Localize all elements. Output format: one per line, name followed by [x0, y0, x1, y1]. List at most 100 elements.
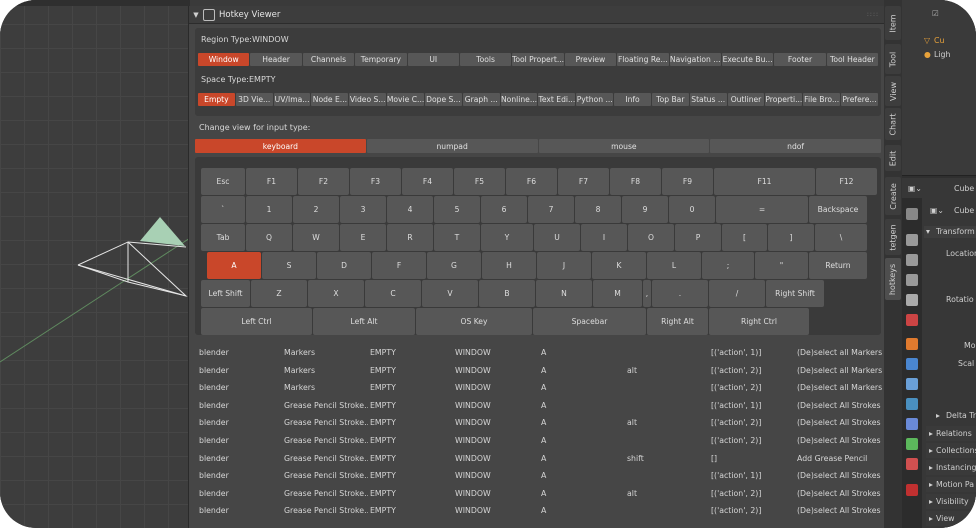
key-n[interactable]: N — [536, 280, 592, 307]
key-s[interactable]: S — [262, 252, 316, 279]
scene-icon[interactable] — [906, 294, 918, 306]
key-left-ctrl[interactable]: Left Ctrl — [201, 308, 312, 335]
sidebar-tab-item[interactable]: Item — [885, 6, 901, 40]
key-f4[interactable]: F4 — [402, 168, 453, 195]
key-g[interactable]: G — [427, 252, 481, 279]
input-type-numpad[interactable]: numpad — [366, 139, 538, 153]
key-2[interactable]: 2 — [293, 196, 339, 223]
space-type-button[interactable]: Nonline... — [500, 93, 538, 106]
space-type-button[interactable]: UV/Ima... — [273, 93, 311, 106]
key-c[interactable]: C — [365, 280, 421, 307]
key-u[interactable]: U — [534, 224, 580, 251]
sidebar-tab-create[interactable]: Create — [885, 177, 901, 215]
key-left-shift[interactable]: Left Shift — [201, 280, 250, 307]
key-f9[interactable]: F9 — [662, 168, 713, 195]
space-type-button[interactable]: Status ... — [689, 93, 727, 106]
physics-icon[interactable] — [906, 398, 918, 410]
input-type-mouse[interactable]: mouse — [538, 139, 710, 153]
key-3[interactable]: 3 — [340, 196, 386, 223]
editor-type-icon[interactable]: ▣⌄ — [908, 184, 922, 193]
key-f6[interactable]: F6 — [506, 168, 557, 195]
table-row[interactable]: blender Grease Pencil Stroke... EMPTY WINDO… — [189, 467, 885, 484]
key-right-shift[interactable]: Right Shift — [766, 280, 824, 307]
key-return[interactable]: Return — [809, 252, 867, 279]
properties-subsection[interactable]: ▸ Delta Tr — [926, 408, 976, 423]
region-type-button[interactable]: Execute Bu... — [721, 53, 774, 66]
key-e[interactable]: E — [340, 224, 386, 251]
key-f[interactable]: F — [372, 252, 426, 279]
particles-icon[interactable] — [906, 378, 918, 390]
key-d[interactable]: D — [317, 252, 371, 279]
space-type-button[interactable]: Video S... — [349, 93, 387, 106]
key-f7[interactable]: F7 — [558, 168, 609, 195]
key-5[interactable]: 5 — [434, 196, 480, 223]
space-type-button[interactable]: Outliner — [727, 93, 765, 106]
region-type-button[interactable]: Tool Header — [826, 53, 879, 66]
table-row[interactable]: blender Grease Pencil Stroke... EMPTY WINDO… — [189, 502, 885, 519]
key-[interactable]: \ — [815, 224, 867, 251]
space-type-button[interactable]: File Bro... — [803, 93, 841, 106]
sidebar-tab-tetgen[interactable]: tetgen — [885, 219, 901, 255]
properties-subsection[interactable]: ▸ Visibility — [926, 494, 976, 509]
key-v[interactable]: V — [422, 280, 478, 307]
key-o[interactable]: O — [628, 224, 674, 251]
table-row[interactable]: blender Grease Pencil Stroke... EMPTY WINDO… — [189, 450, 885, 467]
table-row[interactable]: blender Markers EMPTY WINDOW Aalt [('action',… — [189, 362, 885, 379]
space-type-button[interactable]: Info — [614, 93, 651, 106]
key-esc[interactable]: Esc — [201, 168, 245, 195]
input-type-keyboard[interactable]: keyboard — [195, 139, 366, 153]
region-type-button[interactable]: Temporary — [355, 53, 407, 66]
key-y[interactable]: Y — [481, 224, 533, 251]
transform-section-header[interactable]: ▾ Transform — [924, 226, 976, 238]
key-9[interactable]: 9 — [622, 196, 668, 223]
key-a[interactable]: A — [207, 252, 261, 279]
table-row[interactable]: blender Grease Pencil Stroke... EMPTY WINDO… — [189, 397, 885, 414]
key-w[interactable]: W — [293, 224, 339, 251]
key-f8[interactable]: F8 — [610, 168, 661, 195]
output-icon[interactable] — [906, 254, 918, 266]
data-icon[interactable] — [906, 438, 918, 450]
key-[interactable]: " — [755, 252, 808, 279]
space-type-button[interactable]: Properti... — [765, 93, 803, 106]
key-[interactable]: , — [643, 280, 651, 307]
space-type-button[interactable]: 3D Vie... — [235, 93, 273, 106]
key-z[interactable]: Z — [251, 280, 307, 307]
key-7[interactable]: 7 — [528, 196, 574, 223]
view-layer-icon[interactable] — [906, 274, 918, 286]
object-name[interactable]: Cube — [954, 184, 974, 193]
sidebar-tab-hotkeys[interactable]: hotkeys — [885, 258, 901, 300]
region-type-button[interactable]: Channels — [302, 53, 355, 66]
outliner-checkbox-icon[interactable]: ☑ — [932, 9, 939, 18]
key-i[interactable]: I — [581, 224, 627, 251]
space-type-button[interactable]: Empty — [198, 93, 235, 106]
key-1[interactable]: 1 — [246, 196, 292, 223]
outliner-item-cube[interactable]: Cu — [934, 36, 944, 45]
key-[interactable]: ` — [201, 196, 245, 223]
table-row[interactable]: blender Grease Pencil Stroke... EMPTY WINDO… — [189, 432, 885, 449]
triangle-down-icon[interactable]: ▼ — [189, 11, 203, 19]
key-h[interactable]: H — [482, 252, 536, 279]
input-type-ndof[interactable]: ndof — [710, 139, 881, 153]
key-m[interactable]: M — [593, 280, 642, 307]
3d-viewport[interactable] — [0, 0, 190, 528]
space-type-button[interactable]: Graph ... — [462, 93, 500, 106]
region-type-button[interactable]: Floating Re... — [617, 53, 669, 66]
material-icon[interactable] — [906, 458, 918, 470]
space-type-button[interactable]: Text Edi... — [538, 93, 576, 106]
table-row[interactable]: blender Grease Pencil Stroke... EMPTY WINDO… — [189, 414, 885, 431]
space-type-button[interactable]: Dope S... — [424, 93, 462, 106]
mesh-type-icon[interactable]: ▣⌄ — [930, 206, 944, 215]
region-type-button[interactable]: UI — [407, 53, 459, 66]
key-k[interactable]: K — [592, 252, 646, 279]
key-tab[interactable]: Tab — [201, 224, 245, 251]
properties-subsection[interactable]: ▸ Collections — [926, 443, 976, 458]
key-f1[interactable]: F1 — [246, 168, 297, 195]
properties-subsection[interactable]: ▸ View — [926, 511, 976, 526]
table-row[interactable]: blender Markers EMPTY WINDOW A [('action', 1)… — [189, 344, 885, 361]
key-backspace[interactable]: Backspace — [809, 196, 867, 223]
region-type-button[interactable]: Preview — [564, 53, 617, 66]
key-[interactable]: ; — [702, 252, 754, 279]
sidebar-tab-tool[interactable]: Tool — [885, 44, 901, 74]
drag-grip-icon[interactable]: :::: — [867, 11, 879, 18]
key-spacebar[interactable]: Spacebar — [533, 308, 646, 335]
